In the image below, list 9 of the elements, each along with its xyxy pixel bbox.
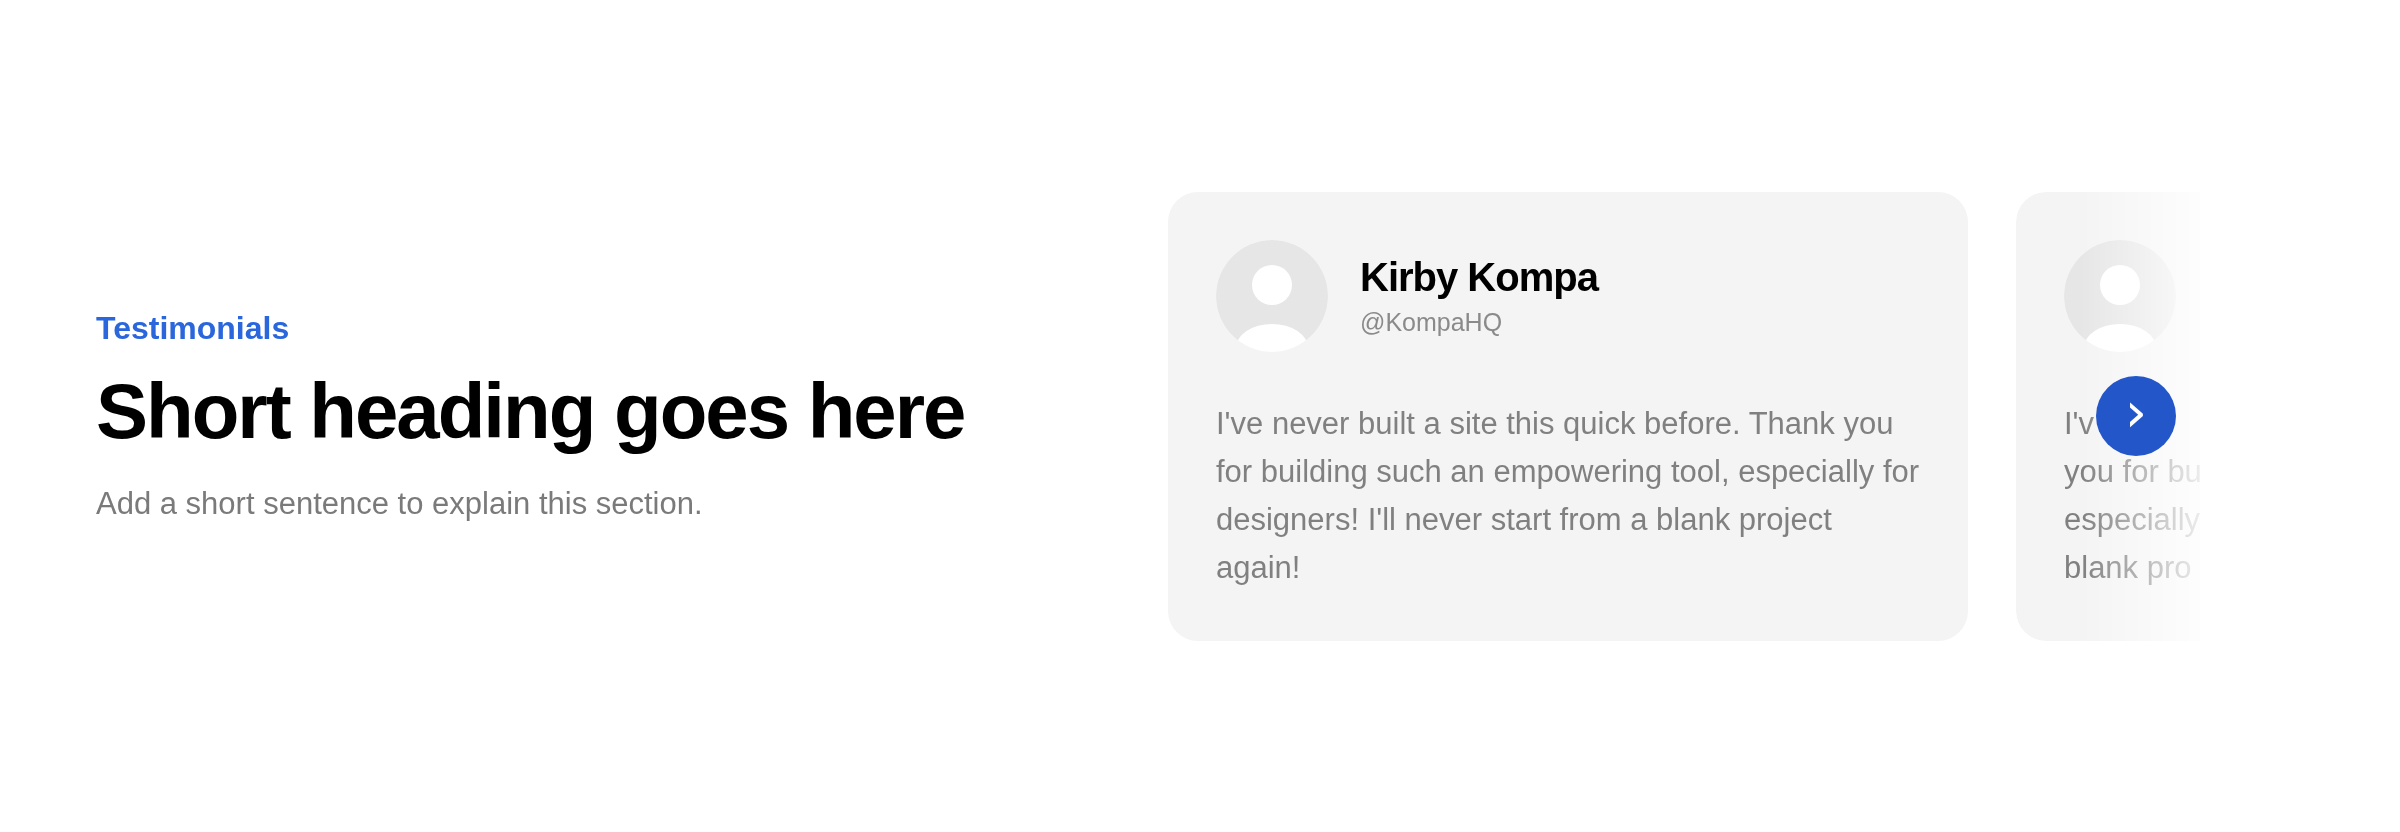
author-name: Kirby Kompa — [1360, 254, 1598, 300]
testimonial-quote-line: I'v — [2064, 404, 2095, 443]
section-eyebrow: Testimonials — [96, 309, 291, 347]
author-handle: @KompaHQ — [1360, 307, 1504, 337]
testimonial-quote-line: blank pro — [2064, 548, 2192, 587]
section-description: Add a short sentence to explain this section. — [96, 486, 704, 523]
testimonial-quote: I've never built a site this quick before. Thank you for building such an empowering tool, especially for designers! I'll never start from a blank project again! — [1216, 404, 1920, 587]
section-heading: Short heading goes here — [96, 368, 966, 455]
avatar-icon — [1216, 239, 1328, 352]
